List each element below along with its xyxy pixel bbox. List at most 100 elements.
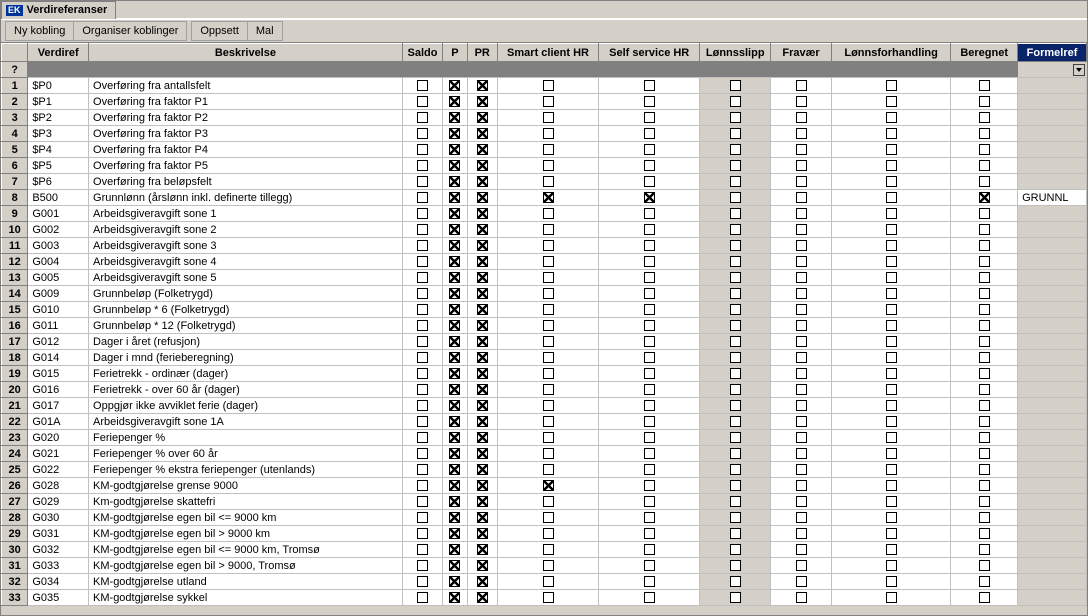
cell-p[interactable] (443, 366, 467, 382)
checkbox-icon[interactable] (796, 384, 807, 395)
checkbox-icon[interactable] (979, 576, 990, 587)
checkbox-icon[interactable] (543, 176, 554, 187)
checkbox-icon[interactable] (417, 320, 428, 331)
cell-lonnsforhandling[interactable] (831, 238, 950, 254)
cell-fravaer[interactable] (771, 526, 832, 542)
checkbox-checked-icon[interactable] (449, 368, 460, 379)
cell-beregnet[interactable] (951, 558, 1018, 574)
checkbox-icon[interactable] (796, 80, 807, 91)
cell-self[interactable] (599, 430, 700, 446)
cell-p[interactable] (443, 302, 467, 318)
checkbox-checked-icon[interactable] (477, 176, 488, 187)
checkbox-icon[interactable] (796, 96, 807, 107)
cell-beregnet[interactable] (951, 414, 1018, 430)
checkbox-icon[interactable] (886, 384, 897, 395)
checkbox-icon[interactable] (730, 528, 741, 539)
checkbox-icon[interactable] (543, 464, 554, 475)
checkbox-icon[interactable] (796, 432, 807, 443)
checkbox-icon[interactable] (979, 160, 990, 171)
checkbox-icon[interactable] (543, 144, 554, 155)
cell-saldo[interactable] (402, 142, 442, 158)
checkbox-checked-icon[interactable] (449, 496, 460, 507)
row-number[interactable]: 2 (2, 94, 28, 110)
table-row[interactable]: 32G034KM-godtgjørelse utland (2, 574, 1087, 590)
checkbox-checked-icon[interactable] (477, 496, 488, 507)
table-row[interactable]: 27G029Km-godtgjørelse skattefri (2, 494, 1087, 510)
cell-lonnsslipp[interactable] (700, 526, 771, 542)
cell-beregnet[interactable] (951, 430, 1018, 446)
formelref-dropdown[interactable] (1018, 62, 1087, 78)
checkbox-icon[interactable] (730, 464, 741, 475)
checkbox-checked-icon[interactable] (477, 96, 488, 107)
cell-lonnsforhandling[interactable] (831, 542, 950, 558)
grid[interactable]: Verdiref Beskrivelse Saldo P PR Smart cl… (1, 43, 1087, 606)
checkbox-icon[interactable] (796, 272, 807, 283)
checkbox-icon[interactable] (644, 288, 655, 299)
checkbox-icon[interactable] (796, 496, 807, 507)
cell-pr[interactable] (467, 334, 497, 350)
cell-p[interactable] (443, 462, 467, 478)
checkbox-icon[interactable] (730, 368, 741, 379)
table-row[interactable]: 7$P6Overføring fra beløpsfelt (2, 174, 1087, 190)
checkbox-icon[interactable] (543, 320, 554, 331)
oppsett-button[interactable]: Oppsett (192, 22, 248, 40)
checkbox-icon[interactable] (417, 112, 428, 123)
cell-pr[interactable] (467, 78, 497, 94)
filter-marker[interactable]: ? (2, 62, 28, 78)
checkbox-icon[interactable] (796, 448, 807, 459)
checkbox-icon[interactable] (886, 304, 897, 315)
cell-smart[interactable] (497, 238, 598, 254)
col-verdiref[interactable]: Verdiref (28, 44, 89, 62)
cell-lonnsslipp[interactable] (700, 158, 771, 174)
cell-smart[interactable] (497, 398, 598, 414)
checkbox-icon[interactable] (730, 288, 741, 299)
cell-saldo[interactable] (402, 574, 442, 590)
checkbox-checked-icon[interactable] (449, 400, 460, 411)
cell-smart[interactable] (497, 78, 598, 94)
cell-fravaer[interactable] (771, 318, 832, 334)
cell-p[interactable] (443, 254, 467, 270)
cell-saldo[interactable] (402, 78, 442, 94)
cell-beskrivelse[interactable]: Arbeidsgiveravgift sone 5 (89, 270, 403, 286)
checkbox-icon[interactable] (796, 544, 807, 555)
cell-fravaer[interactable] (771, 238, 832, 254)
cell-pr[interactable] (467, 366, 497, 382)
cell-lonnsforhandling[interactable] (831, 126, 950, 142)
cell-smart[interactable] (497, 270, 598, 286)
table-row[interactable]: 17G012Dager i året (refusjon) (2, 334, 1087, 350)
checkbox-icon[interactable] (886, 464, 897, 475)
cell-fravaer[interactable] (771, 142, 832, 158)
cell-verdiref[interactable]: G034 (28, 574, 89, 590)
checkbox-icon[interactable] (796, 592, 807, 603)
cell-pr[interactable] (467, 318, 497, 334)
cell-lonnsslipp[interactable] (700, 558, 771, 574)
checkbox-checked-icon[interactable] (449, 208, 460, 219)
checkbox-icon[interactable] (417, 240, 428, 251)
checkbox-icon[interactable] (979, 240, 990, 251)
cell-fravaer[interactable] (771, 206, 832, 222)
cell-p[interactable] (443, 270, 467, 286)
checkbox-icon[interactable] (979, 432, 990, 443)
checkbox-icon[interactable] (796, 464, 807, 475)
cell-smart[interactable] (497, 222, 598, 238)
cell-p[interactable] (443, 94, 467, 110)
cell-self[interactable] (599, 446, 700, 462)
row-number[interactable]: 28 (2, 510, 28, 526)
checkbox-icon[interactable] (886, 432, 897, 443)
cell-pr[interactable] (467, 158, 497, 174)
checkbox-checked-icon[interactable] (477, 464, 488, 475)
checkbox-icon[interactable] (543, 112, 554, 123)
cell-beregnet[interactable] (951, 206, 1018, 222)
checkbox-icon[interactable] (417, 224, 428, 235)
cell-self[interactable] (599, 318, 700, 334)
cell-verdiref[interactable]: G016 (28, 382, 89, 398)
cell-fravaer[interactable] (771, 334, 832, 350)
cell-formelref[interactable] (1018, 462, 1087, 478)
cell-smart[interactable] (497, 590, 598, 606)
checkbox-icon[interactable] (730, 128, 741, 139)
cell-lonnsforhandling[interactable] (831, 254, 950, 270)
checkbox-icon[interactable] (644, 448, 655, 459)
checkbox-icon[interactable] (543, 160, 554, 171)
cell-verdiref[interactable]: G001 (28, 206, 89, 222)
cell-saldo[interactable] (402, 542, 442, 558)
